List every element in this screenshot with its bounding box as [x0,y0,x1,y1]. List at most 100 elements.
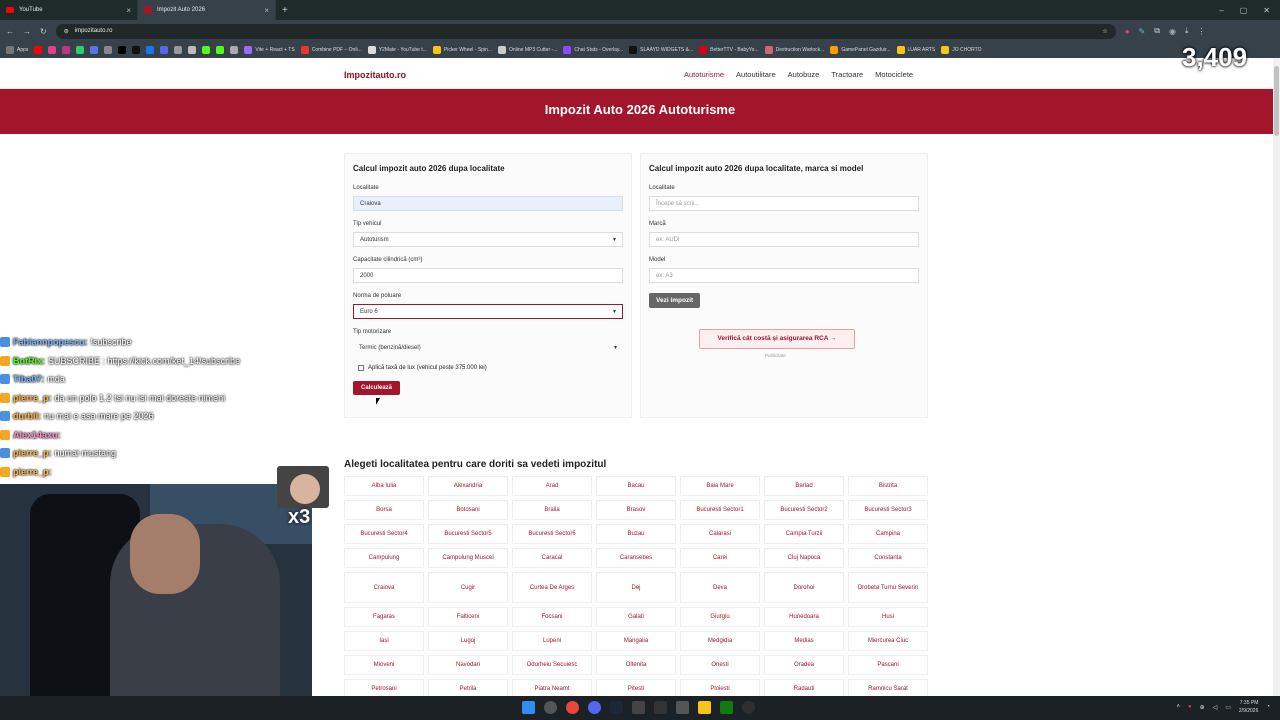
bookmark-icon[interactable] [90,46,99,54]
close-tab-icon[interactable]: × [264,6,269,15]
vezi-impozit-button[interactable]: Vezi impozit [649,293,701,308]
city-link[interactable]: Campulung Muscel [428,548,508,568]
city-link[interactable]: Navodari [428,655,508,675]
city-link[interactable]: Medias [764,631,844,651]
facebook-icon[interactable] [146,46,155,54]
xbox-icon[interactable] [720,701,733,714]
bookmark-chat-stats[interactable]: Chat Stats - Overlay... [563,46,623,54]
city-link[interactable]: Giurgiu [680,607,760,627]
city-link[interactable]: Cugir [428,572,508,603]
city-link[interactable]: Baia Mare [680,476,760,496]
mic-icon[interactable]: ● [1188,704,1192,710]
network-icon[interactable]: ⊕ [1200,704,1205,711]
city-link[interactable]: Bucuresti Sector1 [680,500,760,520]
bookmark-luar-arts[interactable]: LUAR ARTS [896,46,935,54]
page-scrollbar[interactable] [1273,58,1280,696]
city-link[interactable]: Braila [512,500,592,520]
city-link[interactable]: Botosani [428,500,508,520]
city-link[interactable]: Bistrita [848,476,928,496]
city-link[interactable]: Mangalia [596,631,676,651]
city-link[interactable]: Caracal [512,548,592,568]
city-link[interactable]: Craiova [344,572,424,603]
new-tab-icon[interactable]: + [282,5,288,16]
city-link[interactable]: Galati [596,607,676,627]
city-link[interactable]: Odorheiu Secuiesc [512,655,592,675]
nav-tractoare[interactable]: Tractoare [831,70,863,79]
rca-ad-button[interactable]: Verifică cât costă și asigurarea RCA → [699,329,855,349]
city-link[interactable]: Bucuresti Sector5 [428,524,508,544]
address-bar[interactable]: ⊜ impozitauto.ro ☆ [55,23,1116,39]
bookmark-apps[interactable]: Apps [6,46,28,54]
city-link[interactable]: Hunedoara [764,607,844,627]
city-link[interactable]: Drobeta Turnu Severin [848,572,928,603]
lux-checkbox-row[interactable]: Aplică taxă de lux (vehicul peste 375.00… [358,365,623,371]
extension-icon[interactable]: ● [1125,27,1130,36]
obs-icon[interactable] [742,701,755,714]
youtube-bookmark-icon[interactable] [34,46,43,54]
city-link[interactable]: Onesti [680,655,760,675]
site-logo[interactable]: Impozitauto.ro [344,70,406,80]
nav-autoutilitare[interactable]: Autoutilitare [736,70,776,79]
city-link[interactable]: Cluj Napoca [764,548,844,568]
minimize-icon[interactable]: – [1219,6,1223,15]
city-link[interactable]: Bucuresti Sector2 [764,500,844,520]
bookmark-gamepanel[interactable]: GamePanel Gazduir... [830,46,891,54]
file-explorer-icon[interactable] [698,701,711,714]
city-link[interactable]: Constanta [848,548,928,568]
bookmark-destruction-warlock[interactable]: Destruction Warlock... [764,46,824,54]
city-link[interactable]: Oltenita [596,655,676,675]
city-link[interactable]: Lugoj [428,631,508,651]
volume-icon[interactable]: ◁ [1213,704,1218,711]
bookmark-icon[interactable] [230,46,239,54]
city-link[interactable]: Brasov [596,500,676,520]
bookmark-y2mate[interactable]: Y2Mate - YouTube t... [367,46,427,54]
city-link[interactable]: Curtea De Arges [512,572,592,603]
city-link[interactable]: Campia Turzii [764,524,844,544]
windows-start-icon[interactable] [522,701,535,714]
city-link[interactable]: Alexandria [428,476,508,496]
bookmark-icon[interactable] [202,46,211,54]
kick-icon[interactable] [216,46,225,54]
city-link[interactable]: Campina [848,524,928,544]
bookmark-icon[interactable] [104,46,113,54]
instagram-icon[interactable] [62,46,71,54]
localitate-input[interactable]: Craiova [353,196,623,211]
city-link[interactable]: Mioveni [344,655,424,675]
city-link[interactable]: Focsani [512,607,592,627]
site-info-icon[interactable]: ⊜ [64,28,69,35]
tip-vehicul-select[interactable]: Autoturism ▾ [353,232,623,247]
city-link[interactable]: Falticeni [428,607,508,627]
notification-bell-icon[interactable]: ◔ [1266,704,1270,710]
reload-icon[interactable]: ↻ [40,27,47,36]
city-link[interactable]: Dej [596,572,676,603]
capacitate-input[interactable]: 2000 [353,268,623,283]
x-twitter-icon[interactable] [118,46,127,54]
extensions-puzzle-icon[interactable]: ⧉ [1154,26,1160,36]
city-link[interactable]: Borsa [344,500,424,520]
battery-icon[interactable]: ▭ [1225,704,1231,711]
motorizare-select[interactable]: Termic (benzină/diesel) ▾ [353,340,623,355]
chevron-up-icon[interactable]: ˄ [1176,704,1180,710]
tab-youtube[interactable]: YouTube × [0,0,138,20]
bookmark-icon[interactable] [174,46,183,54]
city-link[interactable]: Medgidia [680,631,760,651]
whatsapp-icon[interactable] [76,46,85,54]
model-input[interactable]: ex: A3 [649,268,919,283]
bookmark-star-icon[interactable]: ☆ [1102,28,1107,35]
close-tab-icon[interactable]: × [126,6,131,15]
scrollbar-thumb[interactable] [1274,66,1279,136]
close-window-icon[interactable]: ✕ [1263,6,1270,15]
city-link[interactable]: Buzau [596,524,676,544]
maximize-icon[interactable]: ▢ [1240,6,1248,15]
bookmark-betterttv[interactable]: BetterTTV - BabyYo... [699,46,759,54]
discord-icon[interactable] [588,701,601,714]
steam-icon[interactable] [610,701,623,714]
bookmark-jo-chorto[interactable]: JO CHORTO [941,46,982,54]
calculate-button[interactable]: Calculează [353,381,401,395]
city-link[interactable]: Bucuresti Sector3 [848,500,928,520]
menu-icon[interactable]: ⋮ [1198,27,1206,36]
profile-icon[interactable]: ◉ [1169,27,1176,36]
bookmark-icon[interactable] [48,46,57,54]
city-link[interactable]: Miercurea Ciuc [848,631,928,651]
city-link[interactable]: Bacau [596,476,676,496]
